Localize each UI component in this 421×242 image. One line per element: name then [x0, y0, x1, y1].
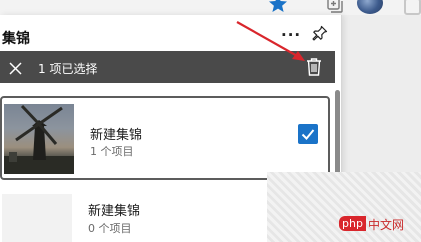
profile-avatar[interactable] [357, 0, 383, 14]
watermark-badge: php [339, 216, 366, 231]
pin-icon[interactable] [312, 25, 328, 45]
selection-count: 1 项已选择 [38, 62, 98, 76]
item-title: 新建集锦 [90, 128, 143, 143]
item-count: 1 个项目 [90, 145, 134, 158]
watermark-text: 中文网 [368, 218, 405, 232]
collection-item-selected[interactable]: 新建集锦 1 个项目 [0, 96, 330, 180]
panel-title: 集锦 [2, 31, 30, 47]
windmill-thumbnail [4, 104, 74, 174]
close-icon[interactable] [9, 60, 22, 79]
annotation-arrow-icon [235, 20, 310, 69]
item-title: 新建集锦 [88, 204, 141, 219]
item-count: 0 个项目 [88, 222, 132, 235]
browser-toolbar [0, 0, 421, 15]
extensions-icon[interactable] [404, 0, 421, 15]
selected-checkbox[interactable] [298, 124, 318, 144]
empty-thumbnail [2, 194, 72, 242]
